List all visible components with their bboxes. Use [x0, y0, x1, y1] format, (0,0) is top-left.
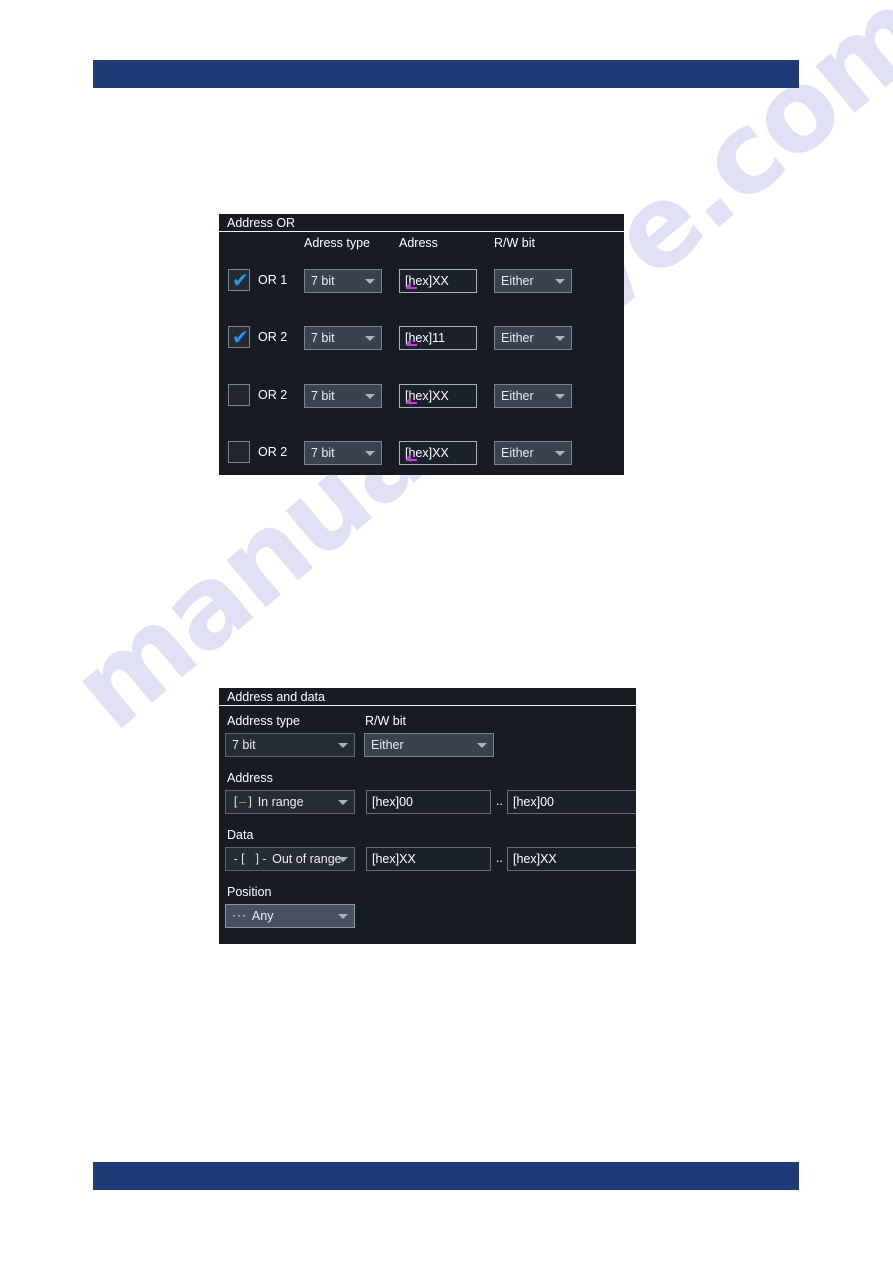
address-condition-value: In range [257, 795, 304, 809]
address-min-value: [hex]00 [372, 795, 414, 809]
chevron-down-icon [555, 394, 565, 399]
address-or-column-headers: Adress type Adress R/W bit [219, 236, 624, 256]
rw-bit-dropdown[interactable]: Either [494, 441, 572, 465]
chevron-down-icon [365, 451, 375, 456]
address-input[interactable]: [hex]XX [399, 269, 477, 293]
any-position-icon: ··· [232, 908, 247, 923]
address-or-row: OR 2 7 bit [hex]XX Either [219, 441, 624, 465]
page-watermark: manualshive.com [0, 0, 893, 1263]
in-range-icon: [–] [232, 795, 254, 809]
address-min-input[interactable]: [hex]00 [366, 790, 491, 814]
chevron-down-icon [477, 743, 487, 748]
checkmark-icon: ✔ [232, 325, 249, 349]
chevron-down-icon [555, 279, 565, 284]
chevron-down-icon [338, 743, 348, 748]
data-min-value: [hex]XX [372, 852, 416, 866]
rw-bit-value: Either [501, 389, 534, 403]
address-or-row: ✔ OR 1 7 bit [hex]XX Either [219, 269, 624, 293]
address-or-panel: Address OR Adress type Adress R/W bit ✔ … [219, 214, 624, 475]
address-type-value: 7 bit [311, 389, 335, 403]
address-type-value: 7 bit [232, 738, 256, 752]
data-condition-dropdown[interactable]: -[ ]- Out of range [225, 847, 355, 871]
column-header-rw-bit: R/W bit [494, 236, 535, 250]
label-position: Position [227, 885, 272, 899]
or-row-label: OR 2 [258, 388, 288, 402]
or-row-label: OR 2 [258, 445, 288, 459]
out-of-range-icon: -[ ]- [232, 852, 269, 866]
rw-bit-value: Either [501, 446, 534, 460]
address-input[interactable]: [hex]XX [399, 384, 477, 408]
address-type-dropdown[interactable]: 7 bit [304, 326, 382, 350]
chevron-down-icon [555, 336, 565, 341]
chevron-down-icon [338, 914, 348, 919]
address-value: [hex]XX [405, 446, 449, 460]
rw-bit-dropdown[interactable]: Either [494, 269, 572, 293]
address-input[interactable]: [hex]XX [399, 441, 477, 465]
address-value: [hex]XX [405, 389, 449, 403]
data-min-input[interactable]: [hex]XX [366, 847, 491, 871]
address-type-dropdown[interactable]: 7 bit [304, 441, 382, 465]
chevron-down-icon [338, 800, 348, 805]
address-type-dropdown[interactable]: 7 bit [225, 733, 355, 757]
rw-bit-dropdown[interactable]: Either [364, 733, 494, 757]
data-max-value: [hex]XX [513, 852, 557, 866]
or-row-label: OR 1 [258, 273, 288, 287]
address-range-separator: .. [496, 794, 503, 808]
label-address: Address [227, 771, 273, 785]
data-max-input[interactable]: [hex]XX [507, 847, 636, 871]
address-or-row: OR 2 7 bit [hex]XX Either [219, 384, 624, 408]
label-data: Data [227, 828, 254, 842]
address-condition-dropdown[interactable]: [–] In range [225, 790, 355, 814]
checkmark-icon: ✔ [232, 268, 249, 292]
page-footer-bar [93, 1162, 799, 1190]
rw-bit-value: Either [501, 331, 534, 345]
chevron-down-icon [555, 451, 565, 456]
address-and-data-panel: Address and data Address type 7 bit R/W … [219, 688, 636, 944]
or-enable-checkbox[interactable]: ✔ [228, 269, 250, 291]
address-and-data-panel-title: Address and data [219, 688, 636, 706]
address-type-value: 7 bit [311, 274, 335, 288]
address-value: [hex]XX [405, 274, 449, 288]
label-address-type: Address type [227, 714, 300, 728]
or-enable-checkbox[interactable] [228, 441, 250, 463]
address-or-row: ✔ OR 2 7 bit [hex]11 Either [219, 326, 624, 350]
address-max-value: [hex]00 [513, 795, 555, 809]
chevron-down-icon [365, 336, 375, 341]
chevron-down-icon [338, 857, 348, 862]
page-header-bar [93, 60, 799, 88]
data-range-separator: .. [496, 851, 503, 865]
address-type-value: 7 bit [311, 446, 335, 460]
rw-bit-value: Either [501, 274, 534, 288]
address-type-dropdown[interactable]: 7 bit [304, 269, 382, 293]
address-type-dropdown[interactable]: 7 bit [304, 384, 382, 408]
position-dropdown[interactable]: ··· Any [225, 904, 355, 928]
column-header-address: Adress [399, 236, 438, 250]
address-value: [hex]11 [405, 331, 446, 345]
rw-bit-dropdown[interactable]: Either [494, 384, 572, 408]
rw-bit-value: Either [371, 738, 404, 752]
or-enable-checkbox[interactable] [228, 384, 250, 406]
position-value: Any [251, 909, 274, 923]
address-or-panel-title: Address OR [219, 214, 624, 232]
address-max-input[interactable]: [hex]00 [507, 790, 636, 814]
rw-bit-dropdown[interactable]: Either [494, 326, 572, 350]
label-rw-bit: R/W bit [365, 714, 406, 728]
address-input[interactable]: [hex]11 [399, 326, 477, 350]
address-type-value: 7 bit [311, 331, 335, 345]
data-condition-value: Out of range [272, 852, 342, 866]
chevron-down-icon [365, 394, 375, 399]
chevron-down-icon [365, 279, 375, 284]
or-enable-checkbox[interactable]: ✔ [228, 326, 250, 348]
or-row-label: OR 2 [258, 330, 288, 344]
column-header-address-type: Adress type [304, 236, 371, 250]
